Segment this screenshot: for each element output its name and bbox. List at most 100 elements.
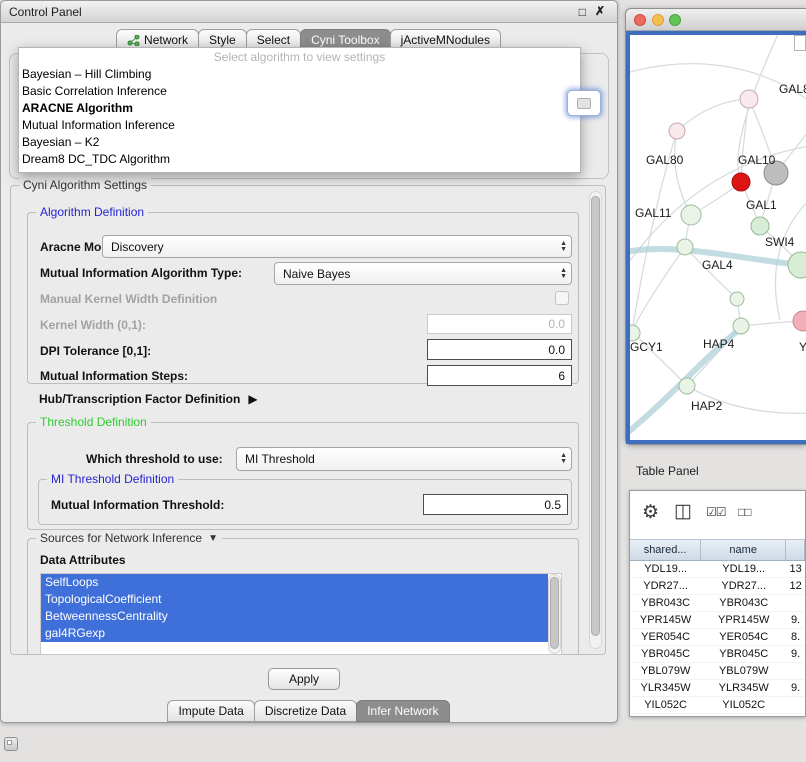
node[interactable] (740, 90, 758, 108)
cell: YER054C (701, 629, 786, 645)
kernel-width-field[interactable]: 0.0 (427, 314, 572, 334)
table-row[interactable]: YDL19... YDL19... 13 (630, 561, 805, 578)
node-gal10[interactable] (732, 173, 750, 191)
table-row[interactable]: YER054C YER054C 8. (630, 629, 805, 646)
columns-icon[interactable]: ◫ (674, 500, 692, 523)
cell: 13 (786, 561, 805, 577)
mi-steps-label: Mutual Information Steps: (40, 369, 188, 383)
dropdown-item[interactable]: Mutual Information Inference (19, 117, 580, 134)
manual-kernel-checkbox[interactable] (555, 291, 569, 305)
dpi-tolerance-field[interactable]: 0.0 (427, 339, 572, 360)
list-item[interactable]: BetweennessCentrality (41, 608, 548, 625)
table-toolbar: ⚙ ◫ ☑☑ □□ (630, 491, 805, 539)
attributes-scrollbar-thumb[interactable] (550, 577, 559, 649)
node-gal1[interactable] (751, 217, 769, 235)
node-label: GCY1 (630, 340, 663, 354)
table-row[interactable]: YBL079W YBL079W (630, 663, 805, 680)
control-panel-titlebar[interactable]: Control Panel □ ✗ (1, 1, 617, 23)
close-window-icon[interactable]: ✗ (595, 4, 605, 18)
collapsed-arrow-icon[interactable]: ▶ (248, 392, 257, 406)
node-label: GAL1 (746, 198, 777, 212)
minimize-traffic-light[interactable] (652, 14, 664, 26)
tab-infer-network[interactable]: Infer Network (356, 700, 449, 722)
settings-scrollbar[interactable] (589, 191, 602, 649)
node-label: GAL4 (702, 258, 733, 272)
selector-button-icon (577, 98, 591, 109)
aracne-mode-select[interactable]: Discovery ▲▼ (102, 235, 572, 258)
list-item[interactable]: SelfLoops (41, 574, 548, 591)
network-scrollbar-corner[interactable] (794, 35, 806, 51)
which-threshold-select[interactable]: MI Threshold ▲▼ (236, 447, 572, 471)
settings-scrollbar-thumb[interactable] (591, 196, 600, 636)
mi-steps-field[interactable]: 6 (427, 365, 572, 386)
node-label: SWI4 (765, 235, 795, 249)
zoom-traffic-light[interactable] (669, 14, 681, 26)
hub-definition-section[interactable]: Hub/Transcription Factor Definition ▶ (39, 392, 258, 406)
dropdown-item[interactable]: Basic Correlation Inference (19, 83, 580, 100)
data-attributes-list[interactable]: SelfLoops TopologicalCoefficient Between… (40, 573, 562, 655)
column-header-name[interactable]: name (701, 540, 786, 560)
kernel-width-value: 0.0 (548, 317, 565, 331)
collapsed-panel-inner (7, 740, 12, 745)
column-header-shared-name[interactable]: shared... (630, 540, 701, 560)
group-title: Sources for Network Inference ▼ (36, 531, 222, 546)
node-gal11[interactable] (681, 205, 701, 225)
node[interactable] (669, 123, 685, 139)
dropdown-placeholder: Select algorithm to view settings (19, 50, 580, 64)
dropdown-item[interactable]: Bayesian – K2 (19, 134, 580, 151)
table-row[interactable]: YDR27... YDR27... 12 (630, 578, 805, 595)
node-hap2[interactable] (679, 378, 695, 394)
column-header-cut[interactable] (786, 540, 805, 560)
dropdown-item-selected[interactable]: ARACNE Algorithm (19, 100, 580, 117)
cell: YDR27... (630, 578, 701, 594)
cell: YDL19... (701, 561, 786, 577)
attributes-scrollbar[interactable] (548, 574, 561, 654)
cell: YLR345W (701, 680, 786, 696)
dpi-tolerance-label: DPI Tolerance [0,1]: (40, 344, 151, 358)
network-canvas[interactable]: GAL8 GAL80 GAL10 GAL11 GAL1 SWI4 GAL4 GC… (626, 31, 806, 444)
gear-icon[interactable]: ⚙ (642, 501, 659, 524)
node-hap4[interactable] (733, 318, 749, 334)
cell: 8. (786, 629, 805, 645)
table-row[interactable]: YIL052C YIL052C (630, 697, 805, 714)
algorithm-selector-button[interactable] (567, 90, 601, 116)
cell: YPR145W (701, 612, 786, 628)
dropdown-item[interactable]: Dream8 DC_TDC Algorithm (19, 151, 580, 168)
node[interactable] (730, 292, 744, 306)
close-traffic-light[interactable] (634, 14, 646, 26)
node-label: Y (799, 340, 806, 354)
network-window-titlebar[interactable] (626, 9, 806, 31)
cell: YBL079W (630, 663, 701, 679)
table-row[interactable]: YPR145W YPR145W 9. (630, 612, 805, 629)
node-swi4[interactable] (788, 252, 806, 278)
dropdown-item[interactable]: Bayesian – Hill Climbing (19, 66, 580, 83)
mi-type-select[interactable]: Naive Bayes ▲▼ (274, 262, 572, 285)
tab-label: Network (144, 33, 188, 47)
node-gal4[interactable] (677, 239, 693, 255)
collapsed-panel-icon[interactable] (4, 737, 18, 751)
table-row[interactable]: YBR045C YBR045C 9. (630, 646, 805, 663)
node[interactable] (793, 311, 806, 331)
list-item[interactable]: TopologicalCoefficient (41, 591, 548, 608)
expanded-arrow-icon[interactable]: ▼ (208, 531, 218, 546)
which-threshold-value: MI Threshold (245, 452, 315, 466)
table-row[interactable]: YBR043C YBR043C (630, 595, 805, 612)
hub-definition-label: Hub/Transcription Factor Definition (39, 392, 240, 406)
group-title: Cyni Algorithm Settings (19, 178, 151, 193)
manual-kernel-label: Manual Kernel Width Definition (40, 292, 217, 306)
apply-button[interactable]: Apply (268, 668, 340, 690)
node-label: GAL10 (738, 153, 776, 167)
node-label: GAL80 (646, 153, 684, 167)
mi-threshold-field[interactable]: 0.5 (423, 494, 568, 515)
unchecked-rows-icon[interactable]: □□ (738, 505, 751, 519)
combo-arrows-icon: ▲▼ (560, 448, 567, 470)
list-item[interactable]: gal4RGexp (41, 625, 548, 642)
checked-rows-icon[interactable]: ☑☑ (706, 505, 726, 519)
tab-label: Style (209, 33, 236, 47)
tab-impute-data[interactable]: Impute Data (167, 700, 254, 722)
network-graph[interactable]: GAL8 GAL80 GAL10 GAL11 GAL1 SWI4 GAL4 GC… (630, 35, 806, 442)
tab-label: Discretize Data (265, 704, 346, 718)
restore-window-icon[interactable]: □ (579, 5, 586, 19)
table-row[interactable]: YLR345W YLR345W 9. (630, 680, 805, 697)
tab-discretize-data[interactable]: Discretize Data (254, 700, 357, 722)
